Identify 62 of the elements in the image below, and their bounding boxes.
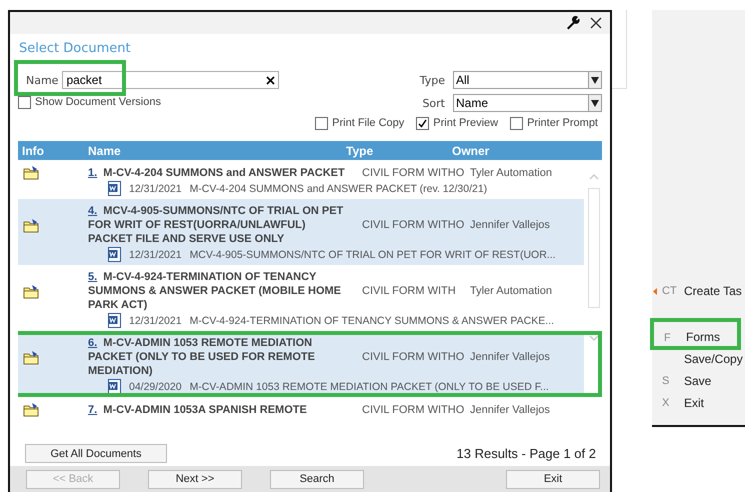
table-cell-text: CIVIL FORM WITHO — [362, 219, 466, 231]
name-value: packet — [66, 73, 102, 87]
shortcut-key: S — [662, 375, 670, 387]
results-count: 13 Results - Page 1 of 2 — [456, 446, 596, 461]
sort-label: Sort — [422, 96, 445, 110]
menu-item[interactable]: Save/Copy — [652, 348, 745, 370]
dialog-button[interactable]: Search — [270, 470, 364, 488]
dialog-button[interactable]: Exit — [506, 470, 600, 488]
shortcut-key: CT — [662, 285, 677, 297]
type-label: Type — [420, 74, 445, 86]
document-number-link[interactable]: 7. — [88, 404, 98, 416]
sort-dropdown[interactable]: Name — [453, 94, 602, 112]
table-cell-text: CIVIL FORM WITHO — [362, 351, 466, 363]
document-row[interactable]: 1. M-CV-4-204 SUMMONS and ANSWER PACKET CIVIL FORM WITHO Tyler Automation 12/31/2021 M-CV-4-204 SUMMONS and ANSWER PACKET (rev. 12/30/21) — [18, 160, 584, 199]
name-input-field[interactable]: packet — [62, 71, 280, 89]
table-cell-text: CIVIL FORM WITHO — [362, 404, 466, 416]
menu-label: Save — [684, 374, 712, 388]
dialog-button[interactable]: Next >> — [148, 470, 242, 488]
checkbox-label: Show Document Versions — [35, 96, 161, 108]
shortcut-key: X — [662, 397, 670, 409]
version-name[interactable]: MCV-4-905-SUMMONS/NTC OF TRIAL ON PET FOR WRIT OF REST(UOR... — [190, 248, 556, 260]
version-date: 12/31/2021 — [129, 248, 182, 260]
version-name[interactable]: M-CV-4-204 SUMMONS and ANSWER PACKET (rev. 12/30/21) — [190, 182, 488, 194]
checkbox-label: Print Preview — [433, 117, 498, 129]
document-name: 4. MCV-4-905-SUMMONS/NTC OF TRIAL ON PET FOR WRIT OF REST(UORRA/UNLAWFUL) PACKET FILE AND SERVE USE ONLY — [88, 204, 344, 246]
get-all-documents-button[interactable]: Get All Documents — [25, 444, 167, 463]
menu-label: Exit — [684, 396, 704, 410]
checkbox-label: Printer Prompt — [527, 117, 598, 129]
menu-label: Create Tas — [684, 284, 742, 298]
document-name: 6. M-CV-ADMIN 1053 REMOTE MEDIATION PACKET (ONLY TO BE USED FOR REMOTE MEDIATION) — [88, 336, 316, 378]
document-name: 5. M-CV-4-924-TERMINATION OF TENANCY SUMMONS & ANSWER PACKET (MOBILE HOME PARK ACT) — [88, 270, 342, 312]
shortcut-key: F — [664, 332, 671, 344]
document-row[interactable]: 7. M-CV-ADMIN 1053A SPANISH REMOTE CIVIL FORM WITHO Jennifer Vallejos — [18, 397, 584, 420]
document-name: 1. M-CV-4-204 SUMMONS and ANSWER PACKET — [88, 166, 346, 180]
type-dropdown[interactable]: All — [453, 71, 602, 89]
document-name: 7. M-CV-ADMIN 1053A SPANISH REMOTE — [88, 402, 308, 416]
version-name[interactable]: M-CV-4-924-TERMINATION OF TENANCY SUMMONS & ANSWER PACKE... — [190, 314, 554, 326]
checkbox-label: Print File Copy — [332, 117, 404, 129]
menu-item[interactable]: S Save — [652, 370, 745, 392]
name-label: Name — [26, 74, 58, 86]
version-date: 12/31/2021 — [129, 182, 182, 194]
version-date: 04/29/2020 — [129, 380, 182, 392]
document-number-link[interactable]: 6. — [88, 337, 98, 349]
menu-label: Forms — [686, 330, 720, 344]
document-number-link[interactable]: 1. — [88, 166, 98, 178]
document-row[interactable]: 5. M-CV-4-924-TERMINATION OF TENANCY SUMMONS & ANSWER PACKET (MOBILE HOME PARK ACT) CIVIL FORM WITH Tyler Automation 12/31/2021 M-CV-4-924-TERMINATION OF TENANCY SUMMONS & ANSWER PACKE... — [18, 265, 584, 331]
table-cell-text: CIVIL FORM WITHO — [362, 166, 466, 178]
version-name[interactable]: M-CV-ADMIN 1053 REMOTE MEDIATION PACKET (ONLY TO BE USED F... — [190, 380, 549, 392]
menu-item[interactable]: CT Create Tas — [652, 280, 745, 302]
dialog-title: Select Document — [19, 41, 132, 58]
document-number-link[interactable]: 4. — [88, 205, 98, 217]
table-cell-text: Jennifer Vallejos — [470, 219, 551, 231]
table-cell-text: Jennifer Vallejos — [470, 351, 551, 363]
table-cell-text: Tyler Automation — [470, 285, 553, 297]
table-cell-text: Tyler Automation — [470, 166, 553, 178]
menu-label: Save/Copy — [684, 352, 743, 366]
table-cell-text: CIVIL FORM WITH — [362, 285, 457, 297]
version-date: 12/31/2021 — [129, 314, 182, 326]
document-number-link[interactable]: 5. — [88, 271, 98, 283]
menu-item[interactable]: F Forms — [650, 318, 741, 350]
table-cell-text: Jennifer Vallejos — [470, 404, 551, 416]
menu-item[interactable]: X Exit — [652, 392, 745, 414]
